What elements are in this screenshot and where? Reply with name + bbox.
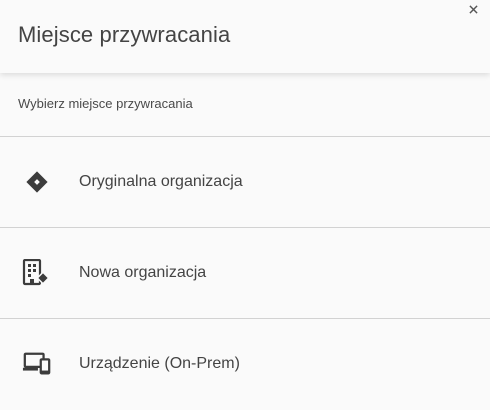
option-new-organization[interactable]: Nowa organizacja [0, 228, 490, 319]
restore-location-dialog: Miejsce przywracania Wybierz miejsce prz… [0, 0, 490, 410]
building-icon [22, 259, 52, 287]
option-original-organization[interactable]: Oryginalna organizacja [0, 137, 490, 228]
dialog-title: Miejsce przywracania [18, 22, 231, 47]
option-label: Nowa organizacja [79, 264, 207, 281]
option-label: Urządzenie (On-Prem) [79, 355, 240, 372]
dialog-subtitle: Wybierz miejsce przywracania [18, 96, 193, 111]
close-button[interactable] [466, 2, 480, 16]
dialog-header: Miejsce przywracania [0, 0, 490, 73]
option-on-prem-device[interactable]: Urządzenie (On-Prem) [0, 319, 490, 409]
devices-icon [22, 350, 52, 378]
diamond-icon [22, 168, 52, 196]
option-label: Oryginalna organizacja [79, 173, 243, 190]
dialog-subheader: Wybierz miejsce przywracania [0, 73, 490, 137]
close-icon [468, 4, 478, 14]
